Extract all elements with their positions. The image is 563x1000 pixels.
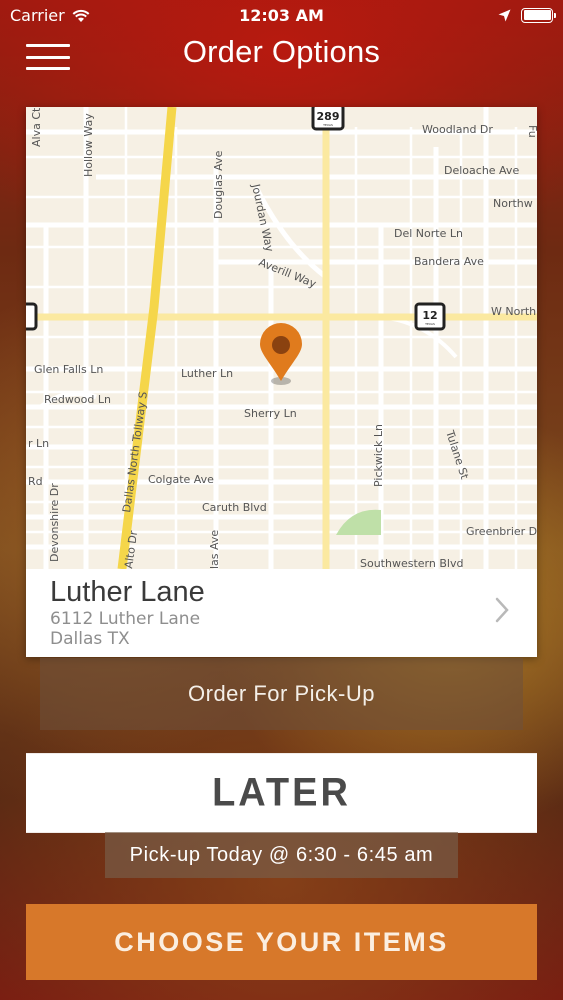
shield-number: 289 xyxy=(317,110,340,123)
street-label: Greenbrier D xyxy=(466,525,537,538)
location-card: Alva Ct Hollow Way Woodland Dr Deloache … xyxy=(26,107,537,657)
battery-icon xyxy=(521,7,556,23)
chevron-right-icon xyxy=(495,597,509,623)
store-map[interactable]: Alva Ct Hollow Way Woodland Dr Deloache … xyxy=(26,107,537,569)
store-location-row[interactable]: Luther Lane 6112 Luther Lane Dallas TX xyxy=(26,569,537,657)
street-label: Alva Ct xyxy=(30,107,43,147)
street-label: Bandera Ave xyxy=(414,255,484,268)
page-title: Order Options xyxy=(182,34,381,69)
street-label: r Ln xyxy=(28,437,49,450)
shield-state: TEXAS xyxy=(322,123,333,127)
navigation-bar: Order Options xyxy=(0,30,563,80)
street-label: Rd xyxy=(28,475,43,488)
status-bar: Carrier 12:03 AM xyxy=(0,0,563,30)
battery-level xyxy=(523,10,551,20)
street-label: Glen Falls Ln xyxy=(34,363,103,376)
pickup-time-label[interactable]: Pick-up Today @ 6:30 - 6:45 am xyxy=(105,832,458,878)
store-name: Luther Lane xyxy=(50,576,205,608)
street-label: Northw xyxy=(493,197,533,210)
shield-state: TEXAS xyxy=(424,322,435,326)
shield-number: 12 xyxy=(422,309,437,322)
status-right-group xyxy=(498,7,556,23)
map-canvas[interactable]: Alva Ct Hollow Way Woodland Dr Deloache … xyxy=(26,107,537,569)
street-label: Del Norte Ln xyxy=(394,227,463,240)
street-label: Devonshire Dr xyxy=(48,483,61,562)
route-shield-edge xyxy=(26,302,38,331)
choose-your-items-button[interactable]: CHOOSE YOUR ITEMS xyxy=(26,904,537,980)
route-shield-12: 12 TEXAS xyxy=(414,302,446,331)
street-label: Deloache Ave xyxy=(444,164,519,177)
carrier-group: Carrier xyxy=(10,6,91,25)
street-label: Douglas Ave xyxy=(212,150,225,219)
street-label: Caruth Blvd xyxy=(202,501,267,514)
street-label: Hollow Way xyxy=(82,113,95,177)
street-label: Southwestern Blvd xyxy=(360,557,463,569)
route-shield-289: 289 TEXAS xyxy=(311,107,345,131)
street-label: Fu xyxy=(526,125,537,138)
street-label: Woodland Dr xyxy=(422,123,493,136)
street-label: Pickwick Ln xyxy=(372,424,385,487)
later-button[interactable]: LATER xyxy=(26,753,537,833)
location-arrow-icon xyxy=(498,9,511,21)
street-label: Colgate Ave xyxy=(148,473,214,486)
street-label: Redwood Ln xyxy=(44,393,111,406)
order-for-pickup-button[interactable]: Order For Pick-Up xyxy=(40,658,523,730)
street-label: Sherry Ln xyxy=(244,407,297,420)
wifi-icon xyxy=(72,9,90,22)
store-address-line2: Dallas TX xyxy=(50,629,130,649)
street-label: W North xyxy=(491,305,536,318)
street-label: las Ave xyxy=(208,530,221,569)
street-label: Luther Ln xyxy=(181,367,233,380)
store-address-line1: 6112 Luther Lane xyxy=(50,609,201,629)
carrier-label: Carrier xyxy=(10,5,65,25)
